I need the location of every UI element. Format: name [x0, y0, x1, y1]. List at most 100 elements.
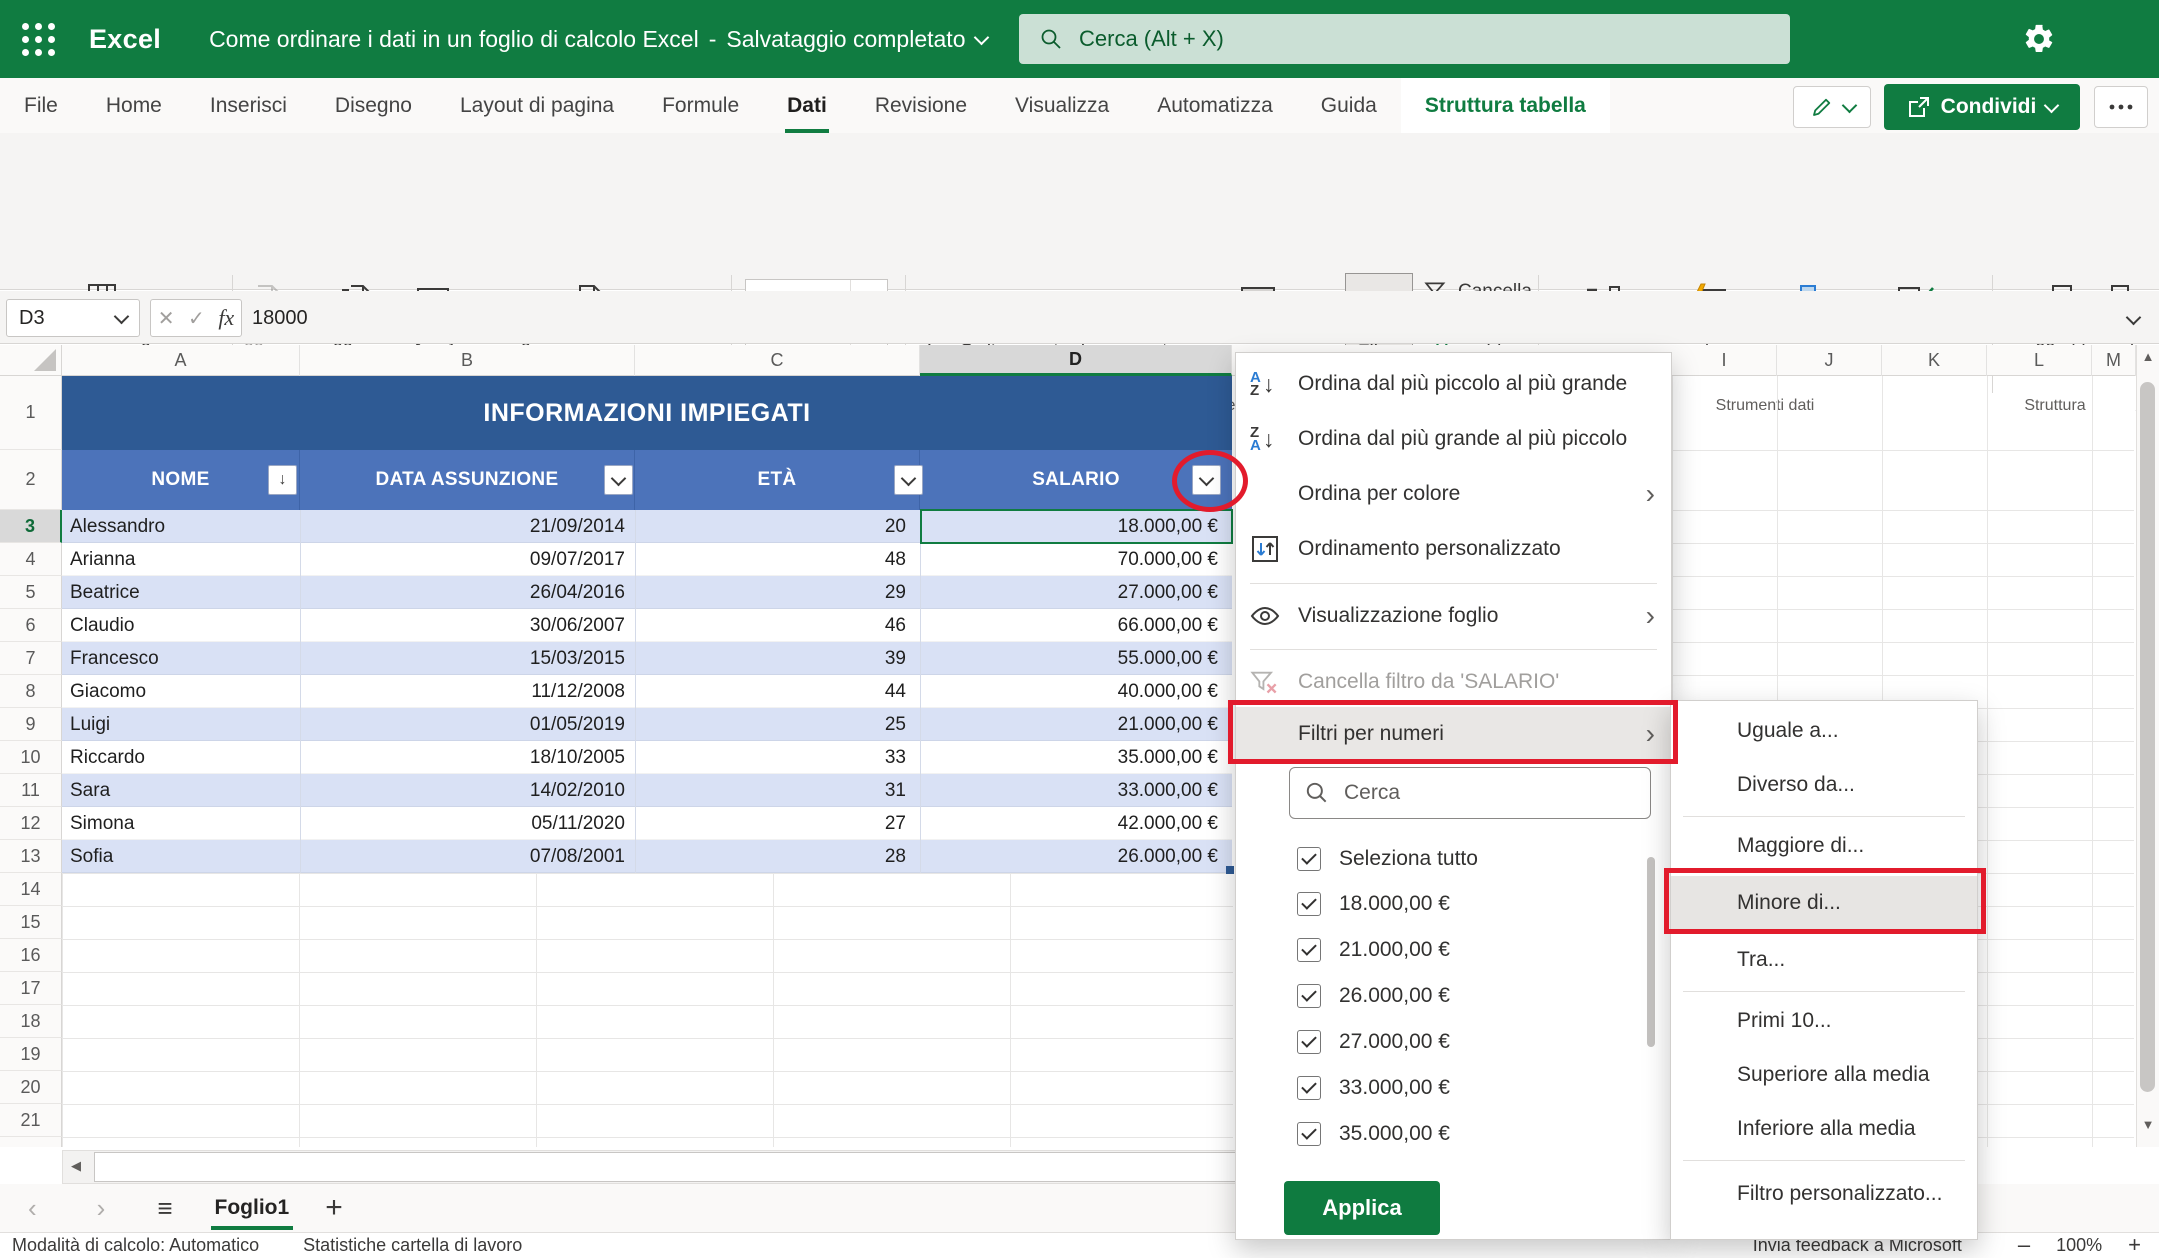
search-input[interactable]: [1077, 25, 1721, 53]
row-header-7[interactable]: 7: [0, 642, 62, 675]
column-header-b[interactable]: B: [300, 345, 635, 376]
filter-search-box[interactable]: [1289, 767, 1651, 819]
checkbox-checked-icon[interactable]: [1297, 1030, 1321, 1054]
table-row[interactable]: Claudio 30/06/2007 46 66.000,00 €: [62, 609, 1232, 642]
submenu-item-inferiore-alla-media[interactable]: Inferiore alla media: [1671, 1102, 1977, 1156]
next-sheet-icon[interactable]: ›: [97, 1193, 106, 1224]
cell-data[interactable]: 01/05/2019: [300, 708, 635, 741]
global-search[interactable]: [1019, 14, 1790, 64]
tab-formule[interactable]: Formule: [638, 78, 763, 133]
cell-nome[interactable]: Sara: [62, 774, 300, 807]
tab-layout-di-pagina[interactable]: Layout di pagina: [436, 78, 638, 133]
row-header-2[interactable]: 2: [0, 450, 62, 510]
submenu-item-maggiore-di[interactable]: Maggiore di...: [1671, 819, 1977, 873]
cell-eta[interactable]: 31: [635, 774, 920, 807]
cell-data[interactable]: 07/08/2001: [300, 840, 635, 873]
cell-salario[interactable]: 40.000,00 €: [920, 675, 1232, 708]
vertical-scroll-thumb[interactable]: [2140, 382, 2155, 1092]
cell-eta[interactable]: 20: [635, 510, 920, 543]
row-header-11[interactable]: 11: [0, 774, 62, 807]
cell-salario[interactable]: 35.000,00 €: [920, 741, 1232, 774]
column-header-i[interactable]: I: [1672, 345, 1777, 376]
filter-list-scrollbar[interactable]: [1647, 857, 1655, 1047]
scroll-left-icon[interactable]: ◀: [71, 1158, 81, 1174]
filter-value-item[interactable]: 18.000,00 €: [1297, 881, 1450, 927]
cell-nome[interactable]: Sofia: [62, 840, 300, 873]
row-header-18[interactable]: 18: [0, 1005, 62, 1038]
table-row[interactable]: Sara 14/02/2010 31 33.000,00 €: [62, 774, 1232, 807]
tab-guida[interactable]: Guida: [1297, 78, 1401, 133]
selected-cell-d3[interactable]: [920, 509, 1233, 544]
submenu-item-diverso-da[interactable]: Diverso da...: [1671, 758, 1977, 812]
column-header-l[interactable]: L: [1987, 345, 2092, 376]
filter-value-item[interactable]: 33.000,00 €: [1297, 1065, 1450, 1111]
zoom-out-icon[interactable]: –: [2018, 1232, 2030, 1258]
checkbox-checked-icon[interactable]: [1297, 984, 1321, 1008]
cell-nome[interactable]: Claudio: [62, 609, 300, 642]
cell-eta[interactable]: 39: [635, 642, 920, 675]
cell-eta[interactable]: 28: [635, 840, 920, 873]
zoom-level[interactable]: 100%: [2056, 1235, 2102, 1256]
column-header-d[interactable]: D: [920, 345, 1232, 376]
tab-disegno[interactable]: Disegno: [311, 78, 436, 133]
cell-data[interactable]: 15/03/2015: [300, 642, 635, 675]
cell-nome[interactable]: Giacomo: [62, 675, 300, 708]
editing-mode-button[interactable]: [1793, 86, 1871, 128]
previous-sheet-icon[interactable]: ‹: [28, 1193, 37, 1224]
row-header-1[interactable]: 1: [0, 376, 62, 450]
cell-eta[interactable]: 29: [635, 576, 920, 609]
cell-salario[interactable]: 42.000,00 €: [920, 807, 1232, 840]
tab-struttura-tabella[interactable]: Struttura tabella: [1401, 78, 1610, 133]
menu-item-sort-by-color[interactable]: Ordina per colore ›: [1236, 466, 1671, 521]
app-launcher-icon[interactable]: [22, 23, 55, 56]
row-header-9[interactable]: 9: [0, 708, 62, 741]
filter-value-item[interactable]: 21.000,00 €: [1297, 927, 1450, 973]
table-row[interactable]: Beatrice 26/04/2016 29 27.000,00 €: [62, 576, 1232, 609]
filter-search-input[interactable]: [1342, 780, 1626, 806]
submenu-item-filtro-personalizzato[interactable]: Filtro personalizzato...: [1671, 1167, 1977, 1221]
name-box[interactable]: D3: [6, 299, 140, 337]
checkbox-checked-icon[interactable]: [1297, 847, 1321, 871]
cancel-entry-icon[interactable]: ✕: [158, 306, 175, 331]
apply-filter-button[interactable]: Applica: [1284, 1181, 1440, 1235]
share-button[interactable]: Condividi: [1884, 84, 2080, 130]
row-header-17[interactable]: 17: [0, 972, 62, 1005]
filter-value-item[interactable]: 26.000,00 €: [1297, 973, 1450, 1019]
menu-item-sort-largest-smallest[interactable]: ZA↓ Ordina dal più grande al più piccolo: [1236, 411, 1671, 466]
cell-eta[interactable]: 27: [635, 807, 920, 840]
cell-data[interactable]: 18/10/2005: [300, 741, 635, 774]
cell-data[interactable]: 21/09/2014: [300, 510, 635, 543]
row-header-6[interactable]: 6: [0, 609, 62, 642]
submenu-item-tra[interactable]: Tra...: [1671, 933, 1977, 987]
scroll-up-icon[interactable]: ▲: [2137, 349, 2159, 364]
cell-nome[interactable]: Arianna: [62, 543, 300, 576]
document-title[interactable]: Come ordinare i dati in un foglio di cal…: [209, 26, 986, 53]
table-row[interactable]: Sofia 07/08/2001 28 26.000,00 €: [62, 840, 1232, 873]
cell-eta[interactable]: 25: [635, 708, 920, 741]
column-header-j[interactable]: J: [1777, 345, 1882, 376]
column-header-k[interactable]: K: [1882, 345, 1987, 376]
row-header-13[interactable]: 13: [0, 840, 62, 873]
tab-file[interactable]: File: [0, 78, 82, 133]
cell-data[interactable]: 05/11/2020: [300, 807, 635, 840]
menu-item-number-filters[interactable]: Filtri per numeri ›: [1236, 707, 1671, 761]
cell-nome[interactable]: Francesco: [62, 642, 300, 675]
table-row[interactable]: Francesco 15/03/2015 39 55.000,00 €: [62, 642, 1232, 675]
cell-nome[interactable]: Luigi: [62, 708, 300, 741]
table-row[interactable]: Simona 05/11/2020 27 42.000,00 €: [62, 807, 1232, 840]
cell-salario[interactable]: 27.000,00 €: [920, 576, 1232, 609]
column-header-m[interactable]: M: [2092, 345, 2136, 376]
table-row[interactable]: Riccardo 18/10/2005 33 35.000,00 €: [62, 741, 1232, 774]
cell-data[interactable]: 11/12/2008: [300, 675, 635, 708]
table-row[interactable]: Giacomo 11/12/2008 44 40.000,00 €: [62, 675, 1232, 708]
menu-item-custom-sort[interactable]: Ordinamento personalizzato: [1236, 521, 1671, 576]
add-sheet-icon[interactable]: +: [325, 1191, 343, 1225]
scroll-down-icon[interactable]: ▼: [2137, 1117, 2159, 1132]
insert-function-icon[interactable]: fx: [218, 305, 234, 331]
submenu-item-minore-di[interactable]: Minore di...: [1671, 876, 1977, 930]
nome-filter-button[interactable]: ↓: [268, 465, 297, 495]
checkbox-checked-icon[interactable]: [1297, 892, 1321, 916]
table-resize-handle[interactable]: [1226, 866, 1234, 874]
filter-value-item[interactable]: 35.000,00 €: [1297, 1111, 1450, 1157]
cell-nome[interactable]: Riccardo: [62, 741, 300, 774]
